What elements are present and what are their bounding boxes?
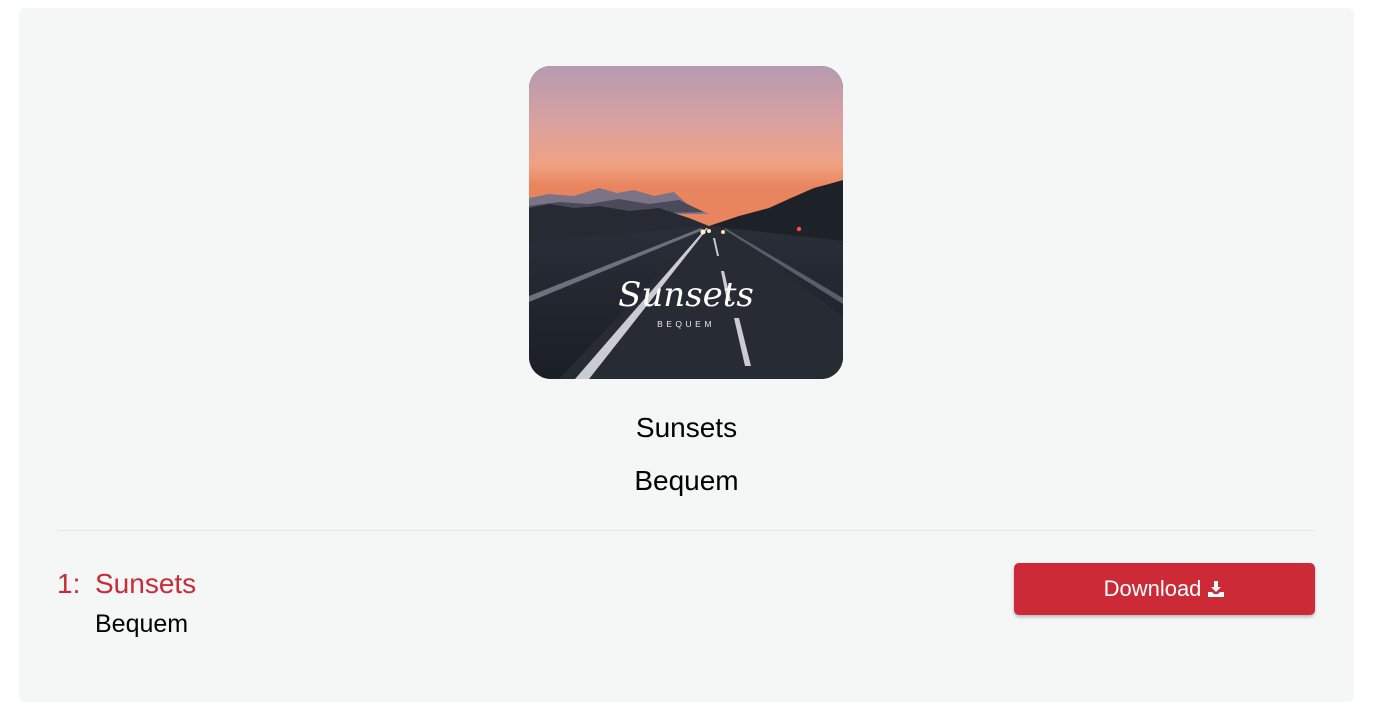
track-number: 1: bbox=[57, 568, 81, 599]
track-title[interactable]: Sunsets bbox=[95, 566, 196, 602]
cover-script-title: Sunsets bbox=[618, 275, 754, 315]
download-button[interactable]: Download bbox=[1014, 563, 1315, 615]
album-card: Sunsets BEQUEM Sunsets Bequem 1: Sunsets… bbox=[19, 8, 1354, 702]
album-artist: Bequem bbox=[634, 465, 739, 496]
album-title: Sunsets bbox=[635, 412, 738, 443]
divider bbox=[58, 530, 1315, 531]
album-cover: Sunsets BEQUEM bbox=[529, 66, 843, 379]
download-icon bbox=[1207, 580, 1225, 598]
track-artist: Bequem bbox=[95, 610, 189, 638]
download-button-label: Download bbox=[1103, 576, 1202, 601]
cover-caption: BEQUEM bbox=[657, 319, 715, 329]
